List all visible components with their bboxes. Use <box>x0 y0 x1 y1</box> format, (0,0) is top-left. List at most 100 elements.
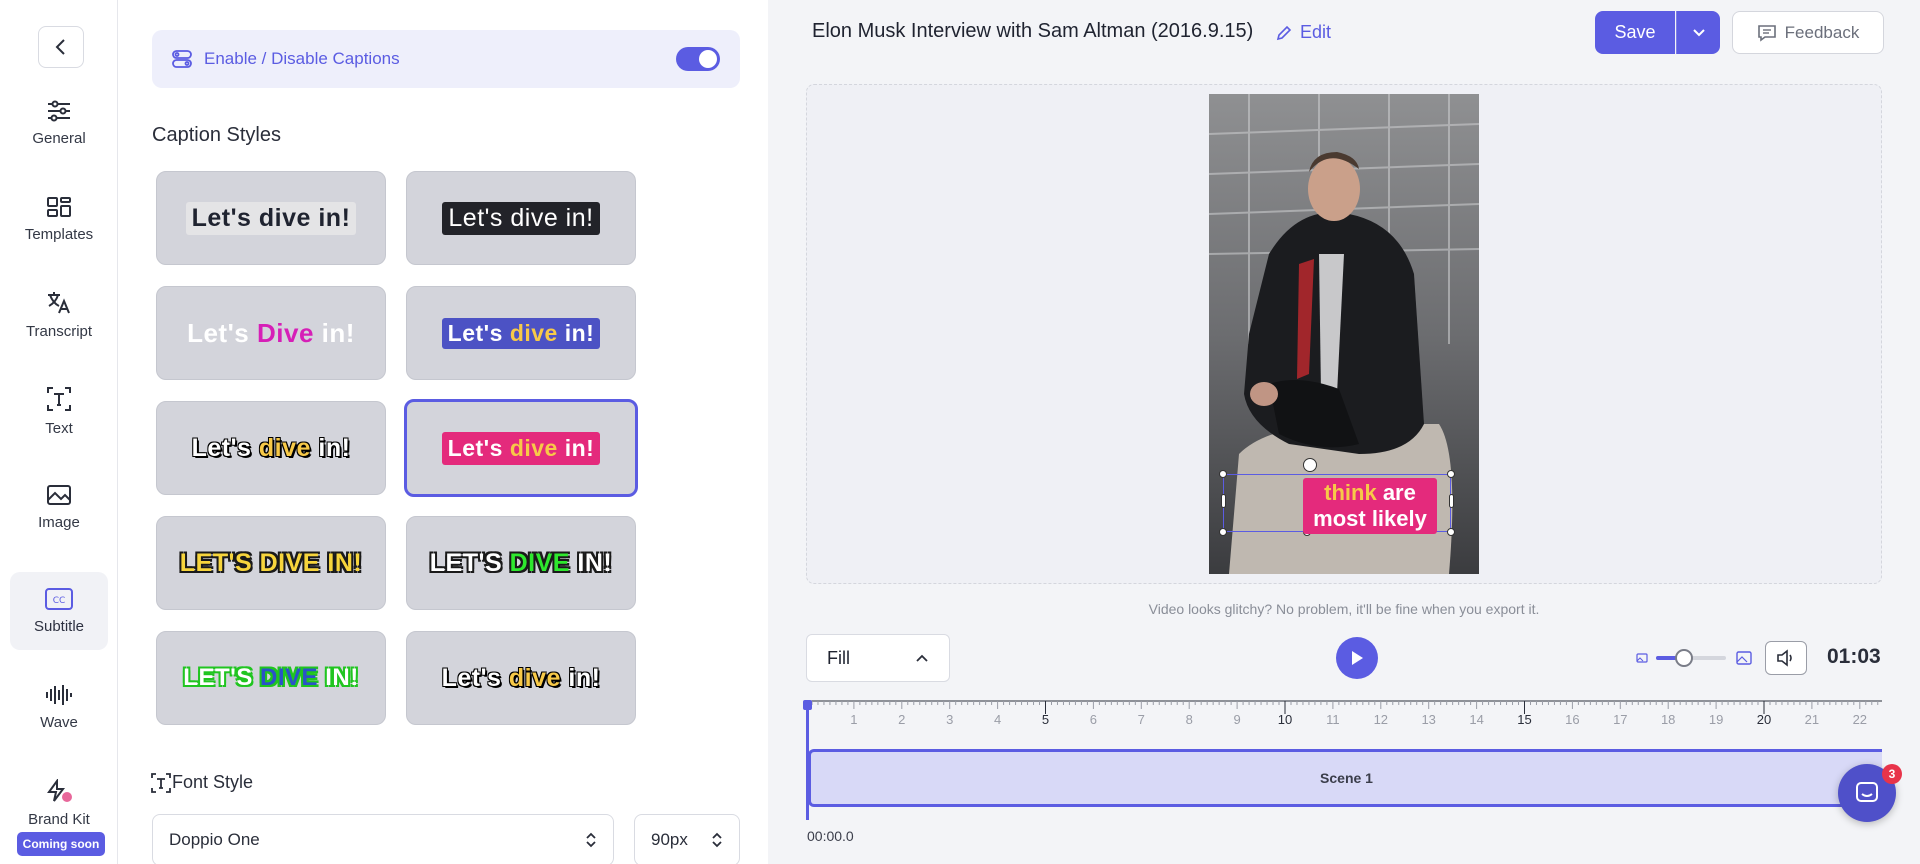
project-title: Elon Musk Interview with Sam Altman (201… <box>812 20 1254 42</box>
waveform-icon <box>46 684 72 705</box>
playhead[interactable] <box>803 700 812 820</box>
resize-handle[interactable] <box>1447 470 1455 478</box>
enable-captions-row[interactable]: Enable / Disable Captions <box>152 30 740 88</box>
caption-word: DIVE <box>509 548 570 577</box>
zoom-slider-knob[interactable] <box>1675 649 1693 667</box>
caption-word: in! <box>318 433 351 462</box>
caption-word: IN! <box>325 664 359 691</box>
rail-item-subtitle[interactable]: CC Subtitle <box>10 572 108 650</box>
font-size-select[interactable]: 90px <box>634 814 740 864</box>
duration-readout: 01:03 <box>1827 645 1881 668</box>
ruler-tick-label: 19 <box>1709 712 1723 727</box>
caption-style-option[interactable]: LET'S DIVE IN! <box>406 516 636 610</box>
play-button[interactable] <box>1336 637 1378 679</box>
caption-word: dive <box>508 663 561 692</box>
ruler-tick-label: 7 <box>1138 712 1145 727</box>
image-icon <box>47 484 71 505</box>
rail-item-general[interactable]: General <box>10 84 108 162</box>
rail-item-brand-kit[interactable]: Brand Kit <box>10 764 108 842</box>
caption-word: LET'S <box>429 548 503 577</box>
rail-item-image[interactable]: Image <box>10 468 108 546</box>
back-button[interactable] <box>38 26 84 68</box>
chat-icon <box>1856 782 1878 802</box>
rail-label: Transcript <box>25 322 93 340</box>
rail-item-wave[interactable]: Wave <box>10 668 108 746</box>
font-family-value: Doppio One <box>169 830 260 849</box>
resize-handle[interactable] <box>1221 494 1226 508</box>
rail-item-text[interactable]: Text <box>10 372 108 450</box>
timeline-ruler[interactable]: 1 2 3 4 5 6 7 8 9 10 11 12 13 14 15 16 17 18 19 20 21 22 <box>806 700 1882 732</box>
caption-preview-text: think are most likely <box>1303 480 1437 532</box>
feedback-label: Feedback <box>1784 22 1860 42</box>
edit-title-link[interactable]: Edit <box>1276 22 1331 43</box>
scene-label: Scene 1 <box>1320 770 1373 786</box>
font-style-label: Font Style <box>172 772 254 792</box>
save-dropdown-button[interactable] <box>1676 11 1720 54</box>
volume-button[interactable] <box>1765 641 1807 675</box>
caption-word: Let's <box>191 433 252 462</box>
zoom-control <box>1634 648 1760 668</box>
caption-word: Let's <box>441 663 502 692</box>
caption-style-option[interactable]: Let's dive in! <box>406 631 636 725</box>
cc-icon: CC <box>45 587 73 610</box>
font-style-icon <box>151 773 171 793</box>
fit-mode-select[interactable]: Fill <box>806 634 950 682</box>
caption-word: are <box>1382 480 1416 505</box>
brand-kit-icon <box>47 778 72 802</box>
chevron-updown-icon <box>712 832 722 848</box>
caption-style-option[interactable]: LET'S DIVE IN! <box>156 631 386 725</box>
resize-handle[interactable] <box>1219 528 1227 536</box>
rail-label: Wave <box>40 713 78 731</box>
rail-label: Subtitle <box>33 617 85 635</box>
ruler-tick-label: 21 <box>1805 712 1819 727</box>
pencil-icon <box>1276 25 1292 40</box>
caption-styles-title: Caption Styles <box>152 124 281 146</box>
fit-mode-value: Fill <box>827 647 850 668</box>
save-button[interactable]: Save <box>1595 11 1675 54</box>
svg-text:CC: CC <box>53 596 66 606</box>
font-size-value: 90px <box>651 830 688 849</box>
rail-item-transcript[interactable]: Transcript <box>10 276 108 354</box>
resize-handle[interactable] <box>1449 494 1454 508</box>
rail-label: General <box>32 129 86 147</box>
ruler-tick-label: 3 <box>946 712 953 727</box>
ruler-tick-label: 8 <box>1186 712 1193 727</box>
caption-word: dive <box>258 433 311 462</box>
text-icon <box>47 386 71 411</box>
feedback-button[interactable]: Feedback <box>1732 11 1884 54</box>
caption-word: in! <box>564 319 595 346</box>
caption-word: Let's <box>447 319 503 346</box>
glitch-note: Video looks glitchy? No problem, it'll b… <box>1148 601 1540 617</box>
rail-item-templates[interactable]: Templates <box>10 180 108 258</box>
resize-handle[interactable] <box>1447 528 1455 536</box>
captions-toggle[interactable] <box>676 47 720 71</box>
scene-clip[interactable]: Scene 1 <box>808 749 1882 807</box>
small-image-icon <box>1636 653 1648 663</box>
ruler-tick-label: 6 <box>1090 712 1097 727</box>
caption-style-sample: Let's dive in! <box>442 201 600 235</box>
caption-style-option[interactable]: Let's dive in! <box>406 286 636 380</box>
enable-captions-label: Enable / Disable Captions <box>204 49 400 68</box>
rotate-handle[interactable] <box>1303 458 1317 472</box>
caption-style-option-selected[interactable]: Let's dive in! <box>404 399 638 497</box>
resize-handle[interactable] <box>1219 470 1227 478</box>
app-root: General Templates Transcript Text Image … <box>0 0 1920 864</box>
caption-style-option[interactable]: Let's dive in! <box>156 171 386 265</box>
translate-icon <box>48 291 70 313</box>
caption-style-option[interactable]: Let's Dive in! <box>156 286 386 380</box>
ruler-tick-label: 9 <box>1233 712 1240 727</box>
caption-word: Let's <box>187 317 250 348</box>
caption-style-option[interactable]: LET'S DIVE IN! <box>156 516 386 610</box>
caption-style-option[interactable]: Let's dive in! <box>156 401 386 495</box>
ruler-tick-label: 2 <box>898 712 905 727</box>
rail-label: Image <box>38 513 80 531</box>
font-family-select[interactable]: Doppio One <box>152 814 614 864</box>
video-preview[interactable]: think are most likely <box>1209 94 1479 574</box>
ruler-tick-label: 20 <box>1757 712 1771 727</box>
chat-unread-badge: 3 <box>1882 764 1902 784</box>
caption-word: Dive <box>256 317 314 348</box>
caption-style-option[interactable]: Let's dive in! <box>406 171 636 265</box>
caption-style-sample: Let's dive in! <box>185 201 357 235</box>
play-icon <box>1352 651 1363 665</box>
caption-word: LET'S <box>183 664 253 691</box>
